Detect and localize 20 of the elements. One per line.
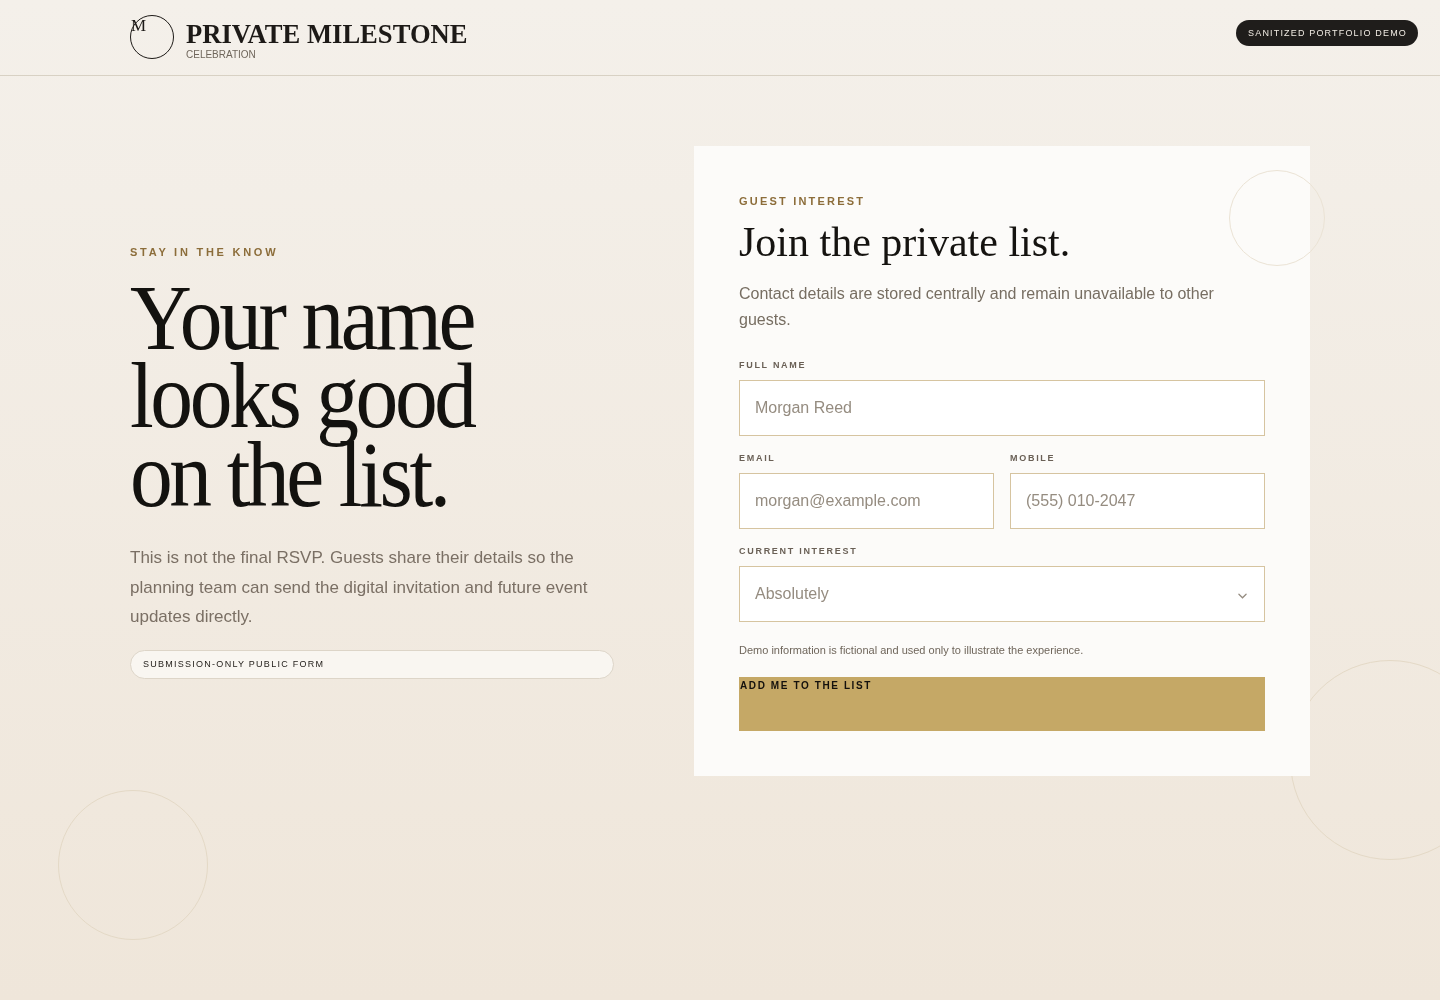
- card-eyebrow: GUEST INTEREST: [739, 194, 867, 209]
- brand-subtitle: CELEBRATION: [186, 49, 257, 61]
- input-field[interactable]: Morgan Reed: [739, 380, 1265, 436]
- field-label: CURRENT INTEREST: [739, 545, 858, 558]
- headline: Your name looks good on the list.: [130, 277, 476, 513]
- intro-paragraph: This is not the final RSVP. Guests share their details so the planning team can send the digital invitation and future event updates directly.: [130, 547, 589, 628]
- disclaimer-note: Demo information is fictional and used only to illustrate the experience.: [739, 643, 1085, 658]
- card-title: Join the private list.: [739, 219, 1072, 265]
- form-type-tag: SUBMISSION-ONLY PUBLIC FORM: [130, 649, 614, 679]
- input-field[interactable]: morgan@example.com: [739, 473, 994, 529]
- field-label: MOBILE: [1010, 452, 1056, 465]
- section-eyebrow: STAY IN THE KNOW: [130, 244, 280, 260]
- input-field[interactable]: (555) 010-2047: [1010, 473, 1265, 529]
- brand-title: PRIVATE MILESTONE: [186, 21, 468, 47]
- chevron-down-icon: [1238, 593, 1247, 599]
- demo-badge: SANITIZED PORTFOLIO DEMO: [1236, 20, 1418, 46]
- field-label: FULL NAME: [739, 359, 807, 372]
- card-description: Contact details are stored centrally and remain unavailable to other guests.: [739, 284, 1215, 330]
- field-label: EMAIL: [739, 452, 776, 465]
- submit-button[interactable]: ADD ME TO THE LIST: [739, 677, 1265, 731]
